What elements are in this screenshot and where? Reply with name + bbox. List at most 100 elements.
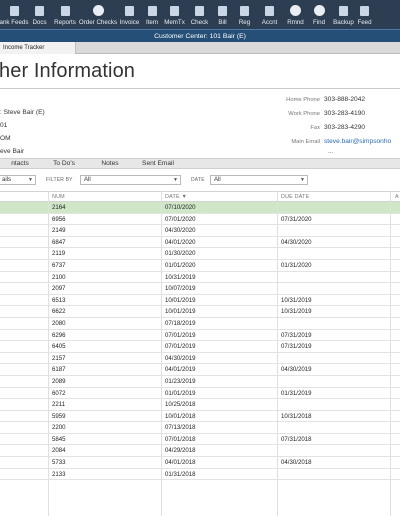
docs-icon — [35, 6, 44, 16]
col-extra[interactable]: A — [395, 194, 399, 200]
tab-to-dos[interactable]: To Do's — [42, 159, 86, 169]
table-row[interactable]: 6187 04/01/2019 04/30/2019 — [0, 364, 400, 376]
table-row[interactable]: 2157 04/30/2019 — [0, 353, 400, 365]
toolbar-label: Check — [190, 19, 209, 26]
cell-due: 07/31/2018 — [281, 435, 312, 443]
date-filter-select[interactable]: All ▼ — [210, 175, 308, 185]
toolbar-label: Reg — [238, 19, 251, 26]
table-row[interactable]: 6622 10/01/2019 10/31/2019 — [0, 306, 400, 318]
toolbar-reminders-button[interactable]: Rmnd — [283, 0, 308, 29]
toolbar-find-button[interactable]: Find — [308, 0, 330, 29]
table-row[interactable]: 6296 07/01/2019 07/31/2019 — [0, 330, 400, 342]
col-date[interactable]: DATE ▼ — [165, 194, 187, 200]
table-row[interactable]: 6847 04/01/2020 04/30/2020 — [0, 237, 400, 249]
cell-date: 10/01/2019 — [165, 308, 196, 316]
toolbar-bank-feeds-button[interactable]: ank Feeds — [0, 0, 28, 29]
tab-income-tracker[interactable]: Income Tracker — [0, 42, 76, 54]
toolbar-register-button[interactable]: Reg — [233, 0, 256, 29]
toolbar-invoice-button[interactable]: Invoice — [117, 0, 142, 29]
cell-num: 2100 — [52, 273, 66, 281]
fax-value: 303-283-4290 — [324, 124, 366, 131]
toolbar-feedback-button[interactable]: Feed — [357, 0, 372, 29]
accounts-icon — [265, 6, 274, 16]
table-row[interactable]: 5733 04/01/2018 04/30/2018 — [0, 457, 400, 469]
column-divider — [390, 191, 391, 516]
table-row[interactable]: 6737 01/01/2020 01/31/2020 — [0, 260, 400, 272]
cell-num: 5959 — [52, 412, 66, 420]
cell-num: 6296 — [52, 331, 66, 339]
table-row[interactable]: 2084 04/29/2018 — [0, 445, 400, 458]
home-phone-value: 303-888-2042 — [324, 96, 366, 103]
table-row[interactable]: 2100 10/31/2019 — [0, 272, 400, 284]
transactions-table: NUM DATE ▼ DUE DATE A 2164 07/10/2020 6956… — [0, 191, 400, 481]
work-phone-label: Work Phone — [288, 111, 320, 117]
toolbar-label: Find — [312, 19, 326, 26]
toolbar-item-button[interactable]: Item — [142, 0, 162, 29]
table-row[interactable]: 2149 04/30/2020 — [0, 225, 400, 237]
table-row[interactable]: 2200 07/13/2018 — [0, 422, 400, 434]
cell-date: 01/01/2019 — [165, 389, 196, 397]
table-row[interactable]: 2133 01/31/2018 — [0, 469, 400, 481]
cell-due: 10/31/2019 — [281, 296, 312, 304]
toolbar-check-button[interactable]: Check — [187, 0, 212, 29]
detail-tabs: ntacts To Do's Notes Sent Email — [0, 158, 400, 169]
toolbar-backup-button[interactable]: Backup — [330, 0, 357, 29]
table-row[interactable]: 2211 10/25/2018 — [0, 399, 400, 411]
table-row[interactable]: 2089 01/23/2019 — [0, 376, 400, 388]
toolbar-memtx-button[interactable]: MemTx — [162, 0, 187, 29]
toolbar-label: ank Feeds — [0, 19, 29, 26]
table-row[interactable]: 5959 10/01/2018 10/31/2018 — [0, 411, 400, 423]
contact-info: Home Phone 303-888-2042 Work Phone 303-283… — [280, 93, 400, 149]
table-row[interactable]: 6513 10/01/2019 10/31/2019 — [0, 295, 400, 307]
cell-due: 04/30/2019 — [281, 366, 312, 374]
cell-date: 07/01/2020 — [165, 215, 196, 223]
cell-date: 10/01/2018 — [165, 412, 196, 420]
table-row[interactable]: 5845 07/01/2018 07/31/2018 — [0, 434, 400, 446]
cell-num: 6737 — [52, 261, 66, 269]
toolbar-order-checks-button[interactable]: Order Checks — [79, 0, 117, 29]
more-info-indicator[interactable]: ... — [328, 149, 333, 155]
customer-info-left: : Steve Bair (E) 01 OM eve Bair — [0, 106, 45, 158]
table-row[interactable]: 2164 07/10/2020 — [0, 202, 400, 214]
home-phone-label: Home Phone — [286, 97, 320, 103]
table-row[interactable]: 2119 01/30/2020 — [0, 248, 400, 260]
cell-due: 04/30/2018 — [281, 459, 312, 467]
toolbar-label: Accnt — [261, 19, 278, 26]
cell-num: 2089 — [52, 377, 66, 385]
tab-contacts[interactable]: ntacts — [0, 159, 40, 169]
cell-num: 2119 — [52, 250, 66, 258]
table-row[interactable]: 2080 07/18/2019 — [0, 318, 400, 330]
table-header: NUM DATE ▼ DUE DATE A — [0, 191, 400, 202]
cell-date: 07/10/2020 — [165, 204, 196, 211]
column-divider — [277, 191, 278, 516]
cell-due: 10/31/2019 — [281, 308, 312, 316]
toolbar-label: Backup — [333, 19, 354, 26]
cell-date: 04/29/2018 — [165, 447, 196, 455]
cell-num: 2080 — [52, 319, 66, 327]
toolbar-docs-button[interactable]: Docs — [28, 0, 51, 29]
chevron-down-icon: ▼ — [28, 177, 33, 183]
customer-id: 01 — [0, 122, 8, 129]
cell-date: 10/25/2018 — [165, 401, 196, 409]
cell-num: 2133 — [52, 470, 66, 478]
tab-notes[interactable]: Notes — [96, 159, 124, 169]
cell-due: 04/30/2020 — [281, 238, 312, 246]
toolbar-accounts-button[interactable]: Accnt — [256, 0, 283, 29]
table-row[interactable]: 2097 10/07/2019 — [0, 283, 400, 295]
cell-num: 6187 — [52, 366, 66, 374]
col-due-date[interactable]: DUE DATE — [281, 194, 309, 200]
show-select[interactable]: ails ▼ — [0, 175, 36, 185]
toolbar-reports-button[interactable]: Reports — [51, 0, 79, 29]
toolbar-bill-button[interactable]: Bill — [212, 0, 233, 29]
filter-by-select[interactable]: All ▼ — [80, 175, 181, 185]
table-row[interactable]: 6956 07/01/2020 07/31/2020 — [0, 214, 400, 226]
tab-sent-email[interactable]: Sent Email — [130, 159, 186, 169]
main-email-link[interactable]: steve.bair@simpsonho — [324, 135, 391, 149]
fax-label: Fax — [310, 125, 320, 131]
cell-due: 07/31/2019 — [281, 343, 312, 351]
col-num[interactable]: NUM — [52, 194, 65, 200]
cell-date: 07/13/2018 — [165, 424, 196, 432]
column-divider — [161, 191, 162, 516]
table-row[interactable]: 6405 07/01/2019 07/31/2019 — [0, 341, 400, 353]
table-row[interactable]: 6072 01/01/2019 01/31/2019 — [0, 388, 400, 400]
